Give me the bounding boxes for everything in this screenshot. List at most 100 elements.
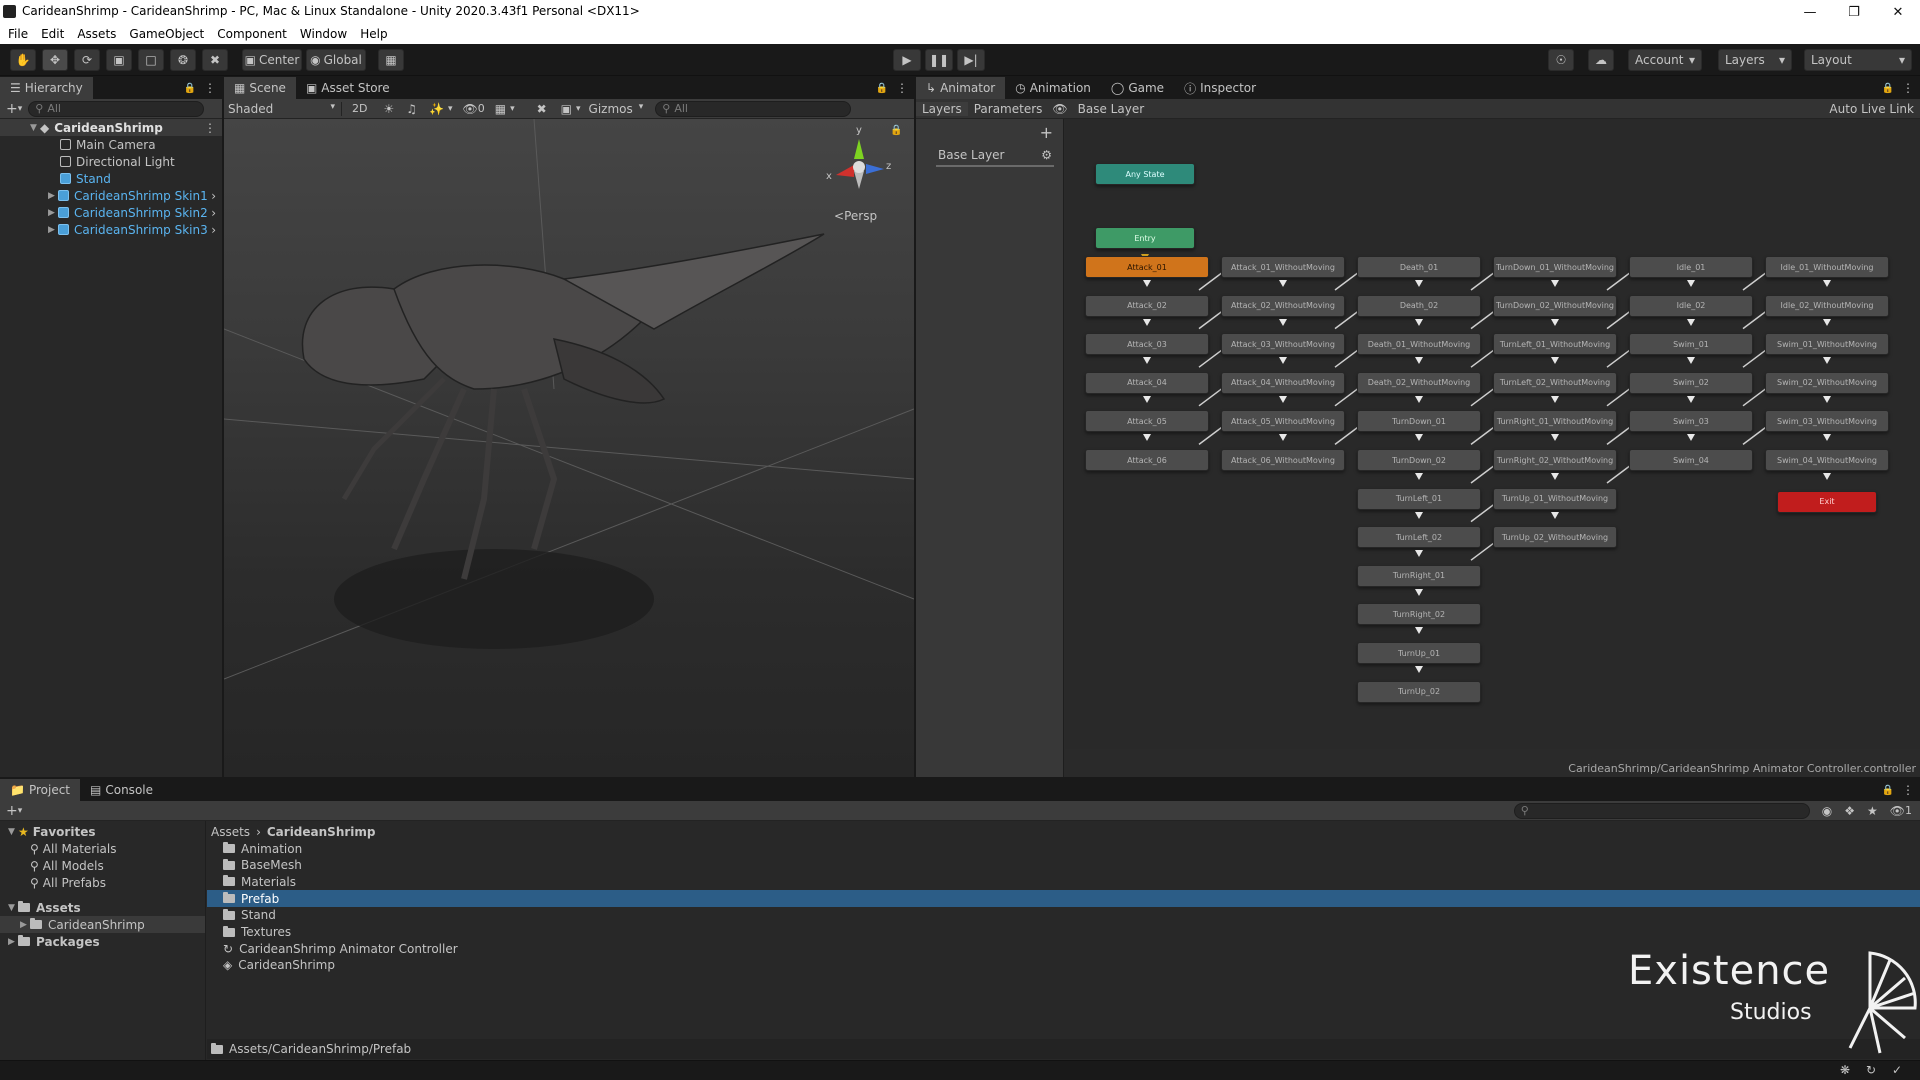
state-node[interactable]: Attack_03 [1085, 333, 1209, 356]
rotate-tool-icon[interactable]: ⟳ [74, 49, 100, 71]
orientation-gizmo[interactable]: y z x [824, 125, 894, 199]
filter-type-icon[interactable]: ◉ [1822, 804, 1832, 818]
menu-assets[interactable]: Assets [77, 27, 116, 41]
state-node[interactable]: TurnDown_01_WithoutMoving [1493, 256, 1617, 278]
project-item[interactable]: Prefab [207, 890, 1920, 908]
state-node[interactable]: TurnUp_01_WithoutMoving [1493, 487, 1617, 510]
breadcrumb-assets[interactable]: Assets [211, 825, 250, 839]
state-node[interactable]: Death_01_WithoutMoving [1357, 333, 1481, 356]
state-node[interactable]: Swim_04 [1629, 449, 1753, 471]
chevron-down-icon[interactable]: ▾ [18, 104, 23, 114]
state-node[interactable]: Death_01 [1357, 256, 1481, 278]
state-node[interactable]: Attack_06_WithoutMoving [1221, 449, 1345, 471]
expand-arrow-icon[interactable]: ▼ [8, 903, 18, 913]
hidden-packages-icon[interactable]: 👁 [1890, 804, 1905, 818]
auto-live-link-button[interactable]: Auto Live Link [1823, 102, 1920, 116]
state-node[interactable]: TurnRight_01 [1357, 564, 1481, 587]
state-node[interactable]: Swim_03 [1629, 410, 1753, 433]
project-search-input[interactable]: ⚲ [1513, 802, 1810, 819]
state-node[interactable]: TurnLeft_01_WithoutMoving [1493, 333, 1617, 356]
expand-arrow-icon[interactable]: ▶ [8, 937, 18, 947]
cloud-icon[interactable]: ☁ [1588, 49, 1614, 71]
close-icon[interactable]: ✕ [1876, 0, 1920, 24]
tab-animator[interactable]: ↳ Animator [916, 77, 1006, 99]
state-node[interactable]: TurnLeft_02 [1357, 526, 1481, 549]
more-icon[interactable]: ⋮ [896, 81, 908, 95]
eye-icon[interactable]: 👁 [1052, 102, 1067, 116]
asset-folder-row[interactable]: ▶ CarideanShrimp [0, 916, 205, 933]
state-node[interactable]: Swim_04_WithoutMoving [1765, 449, 1889, 471]
menu-edit[interactable]: Edit [41, 27, 64, 41]
tab-parameters[interactable]: Parameters [968, 102, 1049, 116]
lock-icon[interactable]: 🔒 [876, 83, 888, 94]
tab-project[interactable]: 📁 Project [0, 779, 81, 801]
more-icon[interactable]: ⋮ [1902, 81, 1914, 95]
state-node[interactable]: TurnUp_02_WithoutMoving [1493, 526, 1617, 549]
visibility-icon[interactable]: 👁 [462, 102, 477, 116]
project-item[interactable]: Materials [207, 873, 1920, 890]
state-node[interactable]: TurnUp_02 [1357, 680, 1481, 703]
add-icon[interactable]: + [6, 803, 18, 819]
tab-hierarchy[interactable]: ☰ Hierarchy [0, 77, 93, 99]
layout-dropdown[interactable]: Layout ▾ [1804, 49, 1912, 71]
tools-icon[interactable]: ✖ [537, 102, 547, 116]
transform-tool-icon[interactable]: ❂ [170, 49, 196, 71]
grid-toggle-icon[interactable]: ▦ [495, 102, 506, 116]
expand-arrow-icon[interactable]: ▼ [30, 123, 40, 133]
more-icon[interactable]: ⋮ [1902, 783, 1914, 797]
expand-arrow-icon[interactable]: ▶ [48, 208, 58, 218]
chevron-down-icon[interactable]: ▾ [18, 806, 23, 816]
packages-row[interactable]: ▶ Packages [8, 933, 100, 950]
state-node[interactable]: Attack_02 [1085, 294, 1209, 317]
tab-console[interactable]: ▤ Console [80, 779, 163, 801]
project-item[interactable]: Textures [207, 924, 1920, 941]
favorite-star-icon[interactable]: ★ [1867, 804, 1878, 818]
menu-component[interactable]: Component [217, 27, 287, 41]
favorite-item[interactable]: ⚲ All Prefabs [30, 874, 106, 891]
state-node[interactable]: TurnLeft_02_WithoutMoving [1493, 371, 1617, 394]
add-layer-icon[interactable]: + [1040, 123, 1053, 142]
state-node[interactable]: Idle_02_WithoutMoving [1765, 294, 1889, 317]
tab-asset-store[interactable]: ▣ Asset Store [296, 77, 400, 99]
state-node[interactable]: TurnDown_02_WithoutMoving [1493, 294, 1617, 317]
lighting-icon[interactable]: ☀ [383, 102, 394, 116]
tab-animation[interactable]: ◷ Animation [1005, 77, 1101, 99]
more-icon[interactable]: ⋮ [204, 81, 216, 95]
audio-icon[interactable]: ♫ [406, 102, 417, 116]
lock-icon[interactable]: 🔒 [1882, 83, 1894, 94]
animator-graph[interactable]: Any State Entry Attack_01 Attack_02 Attack… [1065, 119, 1920, 749]
pause-button[interactable]: ❚❚ [925, 49, 953, 71]
exit-node[interactable]: Exit [1777, 490, 1877, 513]
hierarchy-search-input[interactable]: ⚲ All [28, 100, 205, 117]
shading-mode-dropdown[interactable]: Shaded ▾ [224, 101, 342, 116]
menu-file[interactable]: File [8, 27, 28, 41]
favorites-row[interactable]: ▼ ★ Favorites [8, 823, 95, 840]
layer-item[interactable]: Base Layer ⚙ [936, 145, 1054, 167]
account-dropdown[interactable]: Account ▾ [1628, 49, 1702, 71]
state-node[interactable]: Attack_02_WithoutMoving [1221, 294, 1345, 317]
breadcrumb-base-layer[interactable]: Base Layer [1078, 102, 1145, 116]
any-state-node[interactable]: Any State [1095, 163, 1195, 185]
favorite-item[interactable]: ⚲ All Models [30, 857, 104, 874]
expand-arrow-icon[interactable]: ▶ [48, 191, 58, 201]
hierarchy-item[interactable]: ▶ CarideanShrimp Skin1 › [0, 187, 222, 204]
state-node[interactable]: Attack_05 [1085, 410, 1209, 433]
assets-row[interactable]: ▼ Assets [8, 899, 81, 916]
project-item[interactable]: BaseMesh [207, 857, 1920, 874]
chevron-down-icon[interactable]: ▾ [448, 104, 453, 114]
tab-inspector[interactable]: ⓘ Inspector [1174, 77, 1266, 99]
state-node[interactable]: TurnUp_01 [1357, 642, 1481, 664]
menu-gameobject[interactable]: GameObject [129, 27, 204, 41]
state-node[interactable]: TurnLeft_01 [1357, 487, 1481, 510]
state-node[interactable]: Attack_05_WithoutMoving [1221, 410, 1345, 433]
hierarchy-item[interactable]: ▶ CarideanShrimp Skin3 › [0, 221, 222, 238]
tab-scene[interactable]: ▦ Scene [224, 77, 296, 99]
menu-help[interactable]: Help [360, 27, 387, 41]
scene-search-input[interactable]: ⚲ All [655, 100, 852, 117]
entry-node[interactable]: Entry [1095, 227, 1195, 249]
chevron-right-icon[interactable]: › [211, 206, 216, 220]
layers-dropdown[interactable]: Layers ▾ [1718, 49, 1792, 71]
state-node[interactable]: TurnRight_02_WithoutMoving [1493, 449, 1617, 471]
state-node[interactable]: TurnDown_02 [1357, 449, 1481, 471]
projection-toggle[interactable]: <Persp [834, 209, 877, 223]
